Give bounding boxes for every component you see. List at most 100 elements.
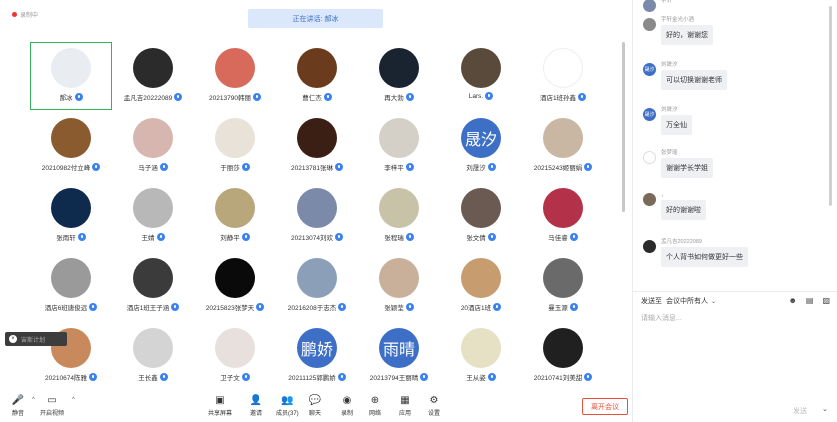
participant-tile[interactable]: 王从姿: [440, 322, 522, 390]
participant-name: 马子涵: [138, 165, 158, 172]
participant-tile[interactable]: 曼玉源: [522, 252, 604, 320]
participant-tile[interactable]: 晟汐 刘晟汐: [440, 112, 522, 180]
chat-message: 晟汐 刘晟汐 可以切换谢谢老师: [643, 60, 727, 90]
participant-name-row: 20210982付立峰: [42, 162, 101, 172]
participant-name: 曼玉源: [548, 305, 568, 312]
toolbar-button-network[interactable]: ⊕ 网络: [369, 394, 381, 418]
participant-tile[interactable]: 雨晴 20213794王丽晴: [358, 322, 440, 390]
file-icon[interactable]: ▤: [806, 296, 814, 305]
grid-scrollbar[interactable]: [622, 42, 625, 212]
send-to-select[interactable]: 会议中所有人: [666, 296, 708, 306]
participant-tile[interactable]: 王婧: [112, 182, 194, 250]
participant-tile[interactable]: 再大勃: [358, 42, 440, 110]
mic-icon: [92, 163, 101, 171]
close-icon[interactable]: ×: [9, 335, 17, 343]
recording-label: 录制中: [20, 13, 39, 19]
chat-message-body: 宇轩金光小酒 好的，谢谢您: [661, 15, 713, 45]
chat-sender: 宇轩: [661, 0, 673, 4]
participant-tile[interactable]: 20215243姬丽娟: [522, 112, 604, 180]
chat-input[interactable]: 请输入消息...: [641, 313, 682, 323]
participant-name: 20213794王丽晴: [369, 375, 419, 382]
participant-tile[interactable]: Lars.: [440, 42, 522, 110]
toolbar-button-invite[interactable]: 👤 邀请: [250, 394, 262, 418]
participant-tile[interactable]: 20酒店1班: [440, 252, 522, 320]
participant-tile[interactable]: 刘静平: [194, 182, 276, 250]
participant-tile[interactable]: 酒店1班王子涵: [112, 252, 194, 320]
participant-name: 孟凡吉20222089: [123, 95, 173, 102]
participant-name-row: 卫子文: [220, 372, 250, 382]
participant-name-row: 张颖莹: [384, 302, 414, 312]
chat-bubble: 个人背书如何做更好一些: [661, 247, 748, 267]
mic-icon: [77, 233, 86, 241]
participant-name-row: 郝冰: [60, 92, 83, 102]
mic-icon: [159, 163, 168, 171]
participant-tile[interactable]: 20216208于志杰: [276, 252, 358, 320]
send-button[interactable]: 发送: [793, 406, 807, 416]
image-icon[interactable]: ▨: [822, 296, 830, 305]
participant-tile[interactable]: 孟凡吉20222089: [112, 42, 194, 110]
participant-tile[interactable]: 于丽莎: [194, 112, 276, 180]
mic-icon: [485, 92, 494, 100]
avatar: [543, 118, 583, 158]
participant-tile[interactable]: 张文倩: [440, 182, 522, 250]
chat-message: 晟汐 刘晟汐 万全仙: [643, 105, 692, 135]
chevron-up-icon[interactable]: ^: [32, 397, 35, 403]
avatar: [543, 48, 583, 88]
chevron-up-icon[interactable]: ^: [72, 397, 75, 403]
chat-scrollbar[interactable]: [829, 6, 832, 206]
participant-tile[interactable]: 张雨轩: [30, 182, 112, 250]
participant-name-row: 张程瑞: [384, 232, 414, 242]
meeting-toolbar: 🎤 静音 ▭ 开启视频 ▣ 共享屏幕 👤 邀请 👥 成员(37) 💬 聊天 ◉ 录制 ⊕ 网络 ▦ 应用 ⚙ 设置 ^ ^: [0, 390, 632, 422]
participant-tile[interactable]: 马子涵: [112, 112, 194, 180]
mic-icon: [156, 233, 165, 241]
toolbar-button-mic[interactable]: 🎤 静音: [12, 394, 24, 418]
toolbar-button-apps[interactable]: ▦ 应用: [399, 394, 411, 418]
avatar: [643, 193, 656, 206]
toolbar-button-screen-share[interactable]: ▣ 共享屏幕: [208, 394, 232, 418]
floating-notice[interactable]: × 宙斯计划: [5, 332, 67, 346]
participant-name: 张文倩: [466, 235, 486, 242]
leave-meeting-button[interactable]: 离开会议: [582, 398, 628, 415]
participant-name-row: 20213794王丽晴: [369, 372, 429, 382]
mic-icon: [171, 303, 180, 311]
participant-name-row: 王婧: [142, 232, 165, 242]
toolbar-button-record[interactable]: ◉ 录制: [341, 394, 353, 418]
toolbar-button-chat[interactable]: 💬 聊天: [305, 391, 329, 419]
participant-name: 刘晟汐: [466, 165, 486, 172]
mic-icon: [405, 93, 414, 101]
emoji-icon[interactable]: ☻: [788, 296, 796, 305]
participant-tile[interactable]: 20215823张梦天: [194, 252, 276, 320]
avatar: [461, 258, 501, 298]
chevron-down-icon[interactable]: ⌄: [822, 405, 828, 413]
mic-icon: [334, 233, 343, 241]
participant-tile[interactable]: 张颖莹: [358, 252, 440, 320]
participant-tile[interactable]: 马佳睿: [522, 182, 604, 250]
participant-tile[interactable]: 李梓平: [358, 112, 440, 180]
participant-tile[interactable]: 张程瑞: [358, 182, 440, 250]
chat-message-body: 刘晟汐 可以切换谢谢老师: [661, 60, 727, 90]
participant-name-row: 20酒店1班: [461, 302, 502, 312]
toolbar-button-camera[interactable]: ▭ 开启视频: [40, 394, 65, 418]
participant-tile[interactable]: 王长鑫: [112, 322, 194, 390]
participant-tile[interactable]: 20213781张琳: [276, 112, 358, 180]
toolbar-label: 开启视频: [40, 411, 65, 417]
participant-tile[interactable]: 20213790韩丽: [194, 42, 276, 110]
participant-tile[interactable]: 卫子文: [194, 322, 276, 390]
chevron-down-icon[interactable]: ⌄: [711, 298, 716, 305]
participant-tile[interactable]: 20213074刘欢: [276, 182, 358, 250]
avatar: 雨晴: [379, 328, 419, 368]
avatar: [379, 188, 419, 228]
avatar: [461, 328, 501, 368]
participant-tile[interactable]: 20210741刘美甜: [522, 322, 604, 390]
toolbar-button-settings[interactable]: ⚙ 设置: [428, 394, 440, 418]
participant-tile[interactable]: 酒店6班唐俊远: [30, 252, 112, 320]
participant-tile[interactable]: 酒店1班孙鑫: [522, 42, 604, 110]
participant-tile[interactable]: 鹏娇 20211125郭鹏娇: [276, 322, 358, 390]
participant-tile[interactable]: 20210982付立峰: [30, 112, 112, 180]
participant-tile[interactable]: 曹仁杰: [276, 42, 358, 110]
toolbar-button-members[interactable]: 👥 成员(37): [276, 394, 299, 418]
participant-tile[interactable]: 郝冰: [30, 42, 112, 110]
participant-name: 20215243姬丽娟: [533, 165, 583, 172]
mic-icon: [256, 303, 265, 311]
mic-icon: [405, 233, 414, 241]
